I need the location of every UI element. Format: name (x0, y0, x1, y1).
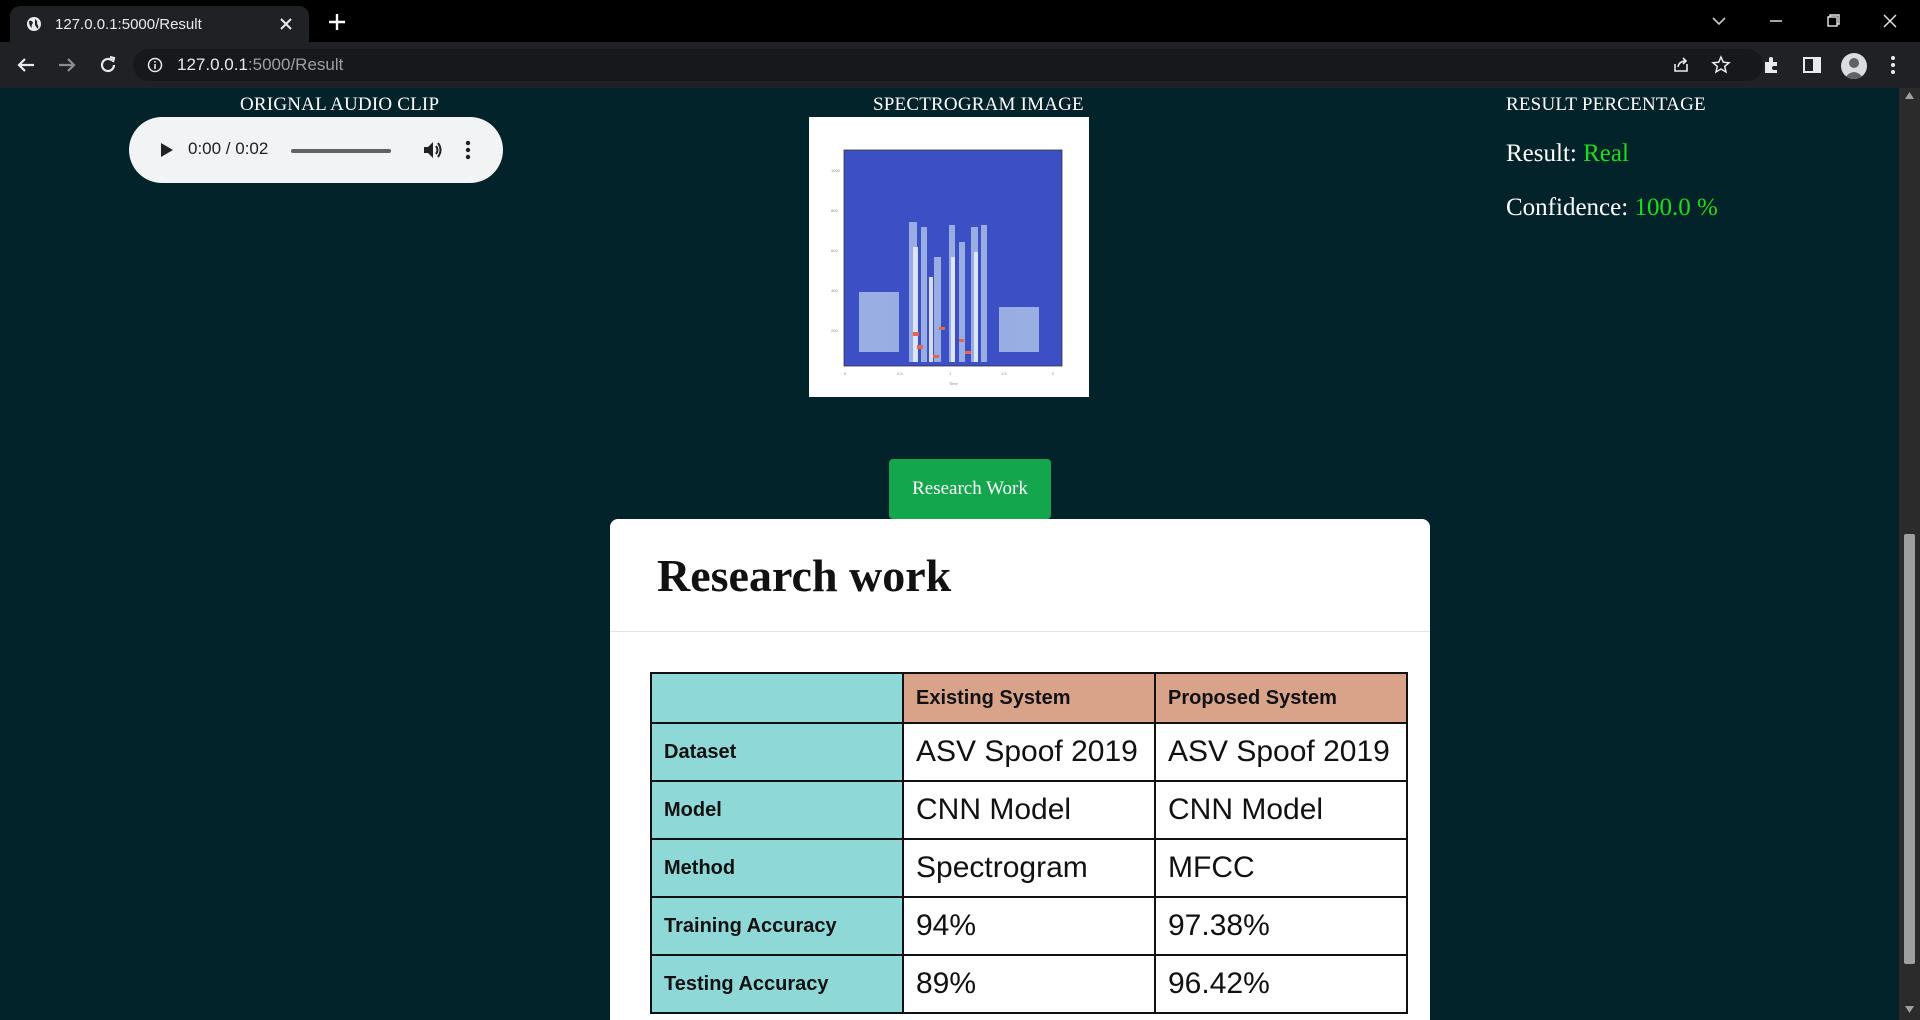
svg-text:400: 400 (831, 288, 838, 293)
svg-text:200: 200 (831, 328, 838, 333)
confidence-label: Confidence: (1506, 194, 1629, 221)
profile-avatar[interactable] (1841, 53, 1867, 79)
restore-icon[interactable] (1821, 10, 1845, 32)
bookmark-star-icon[interactable] (1711, 55, 1731, 75)
site-info-icon[interactable] (147, 57, 163, 73)
url-text[interactable]: 127.0.0.1:5000/Result (177, 55, 343, 75)
scroll-down-icon[interactable] (1905, 1006, 1914, 1013)
extensions-icon[interactable] (1760, 53, 1784, 77)
table-cell: CNN Model (902, 780, 1156, 840)
back-arrow-icon[interactable] (14, 53, 38, 77)
page-viewport: ORIGNAL AUDIO CLIP 0:00 / 0:02 SPECTROGR… (0, 88, 1899, 1020)
table-row: Testing Accuracy 89% 96.42% (650, 954, 1408, 1014)
table-cell: 97.38% (1154, 896, 1408, 956)
svg-text:800: 800 (831, 208, 838, 213)
table-cell: 89% (902, 954, 1156, 1014)
audio-heading: ORIGNAL AUDIO CLIP (240, 94, 440, 115)
minimize-icon[interactable] (1764, 10, 1788, 32)
forward-arrow-icon[interactable] (55, 53, 79, 77)
table-cell: MFCC (1154, 838, 1408, 898)
table-cell: ASV Spoof 2019 (1154, 722, 1408, 782)
row-label: Testing Accuracy (650, 954, 904, 1014)
research-card: Research work Existing System Proposed S… (610, 519, 1430, 1020)
card-title: Research work (657, 550, 952, 601)
research-work-button[interactable]: Research Work (889, 459, 1051, 519)
table-header-blank (650, 672, 904, 724)
result-label: Result: (1506, 140, 1577, 167)
confidence-line: Confidence: 100.0 % (1506, 194, 1718, 222)
side-panel-icon[interactable] (1800, 53, 1824, 77)
svg-text:0.5: 0.5 (897, 371, 903, 376)
tab-title: 127.0.0.1:5000/Result (55, 16, 202, 33)
table-cell: 94% (902, 896, 1156, 956)
scroll-up-icon[interactable] (1905, 92, 1914, 99)
close-tab-icon[interactable] (277, 15, 295, 33)
spectrogram-image: 1000800600 400200 0 0.5 1 1.5 2 Time (809, 117, 1089, 397)
card-divider (610, 631, 1430, 632)
browser-tab[interactable]: 127.0.0.1:5000/Result (10, 6, 309, 42)
close-window-icon[interactable] (1878, 10, 1902, 32)
browser-toolbar: 127.0.0.1:5000/Result (0, 42, 1920, 88)
table-cell: Spectrogram (902, 838, 1156, 898)
new-tab-icon[interactable] (325, 10, 349, 34)
row-label: Training Accuracy (650, 896, 904, 956)
row-label: Model (650, 780, 904, 840)
audio-time: 0:00 / 0:02 (188, 139, 269, 158)
row-label: Dataset (650, 722, 904, 782)
table-row: Method Spectrogram MFCC (650, 838, 1408, 898)
result-line: Result: Real (1506, 140, 1629, 168)
table-cell: ASV Spoof 2019 (902, 722, 1156, 782)
comparison-table: Existing System Proposed System Dataset … (650, 672, 1408, 1014)
tab-search-icon[interactable] (1707, 10, 1731, 32)
svg-text:600: 600 (831, 248, 838, 253)
table-header-row: Existing System Proposed System (650, 672, 1408, 724)
confidence-value: 100.0 % (1634, 194, 1718, 221)
table-header-proposed: Proposed System (1154, 672, 1408, 724)
result-value: Real (1583, 140, 1629, 167)
share-icon[interactable] (1671, 55, 1691, 75)
audio-player[interactable]: 0:00 / 0:02 (129, 117, 503, 183)
tab-strip: 127.0.0.1:5000/Result (0, 0, 1920, 42)
audio-seek-bar[interactable] (291, 149, 391, 153)
table-header-existing: Existing System (902, 672, 1156, 724)
spectrogram-heading: SPECTROGRAM IMAGE (873, 94, 1084, 115)
profile-icon (1844, 58, 1864, 79)
svg-text:1.5: 1.5 (1001, 371, 1007, 376)
address-bar[interactable]: 127.0.0.1:5000/Result (133, 49, 1763, 81)
volume-icon[interactable] (420, 137, 446, 163)
globe-icon (27, 17, 41, 31)
table-cell: 96.42% (1154, 954, 1408, 1014)
table-row: Model CNN Model CNN Model (650, 780, 1408, 840)
table-cell: CNN Model (1154, 780, 1408, 840)
browser-menu-icon[interactable] (1881, 53, 1905, 77)
scrollbar-thumb[interactable] (1904, 534, 1915, 964)
vertical-scrollbar[interactable] (1899, 88, 1920, 1020)
svg-text:Time: Time (949, 381, 959, 386)
table-row: Dataset ASV Spoof 2019 ASV Spoof 2019 (650, 722, 1408, 782)
play-icon[interactable] (155, 139, 177, 161)
svg-text:1000: 1000 (831, 168, 841, 173)
table-row: Training Accuracy 94% 97.38% (650, 896, 1408, 956)
reload-icon[interactable] (96, 53, 120, 77)
result-heading: RESULT PERCENTAGE (1506, 94, 1706, 115)
more-options-icon[interactable] (463, 137, 473, 163)
row-label: Method (650, 838, 904, 898)
